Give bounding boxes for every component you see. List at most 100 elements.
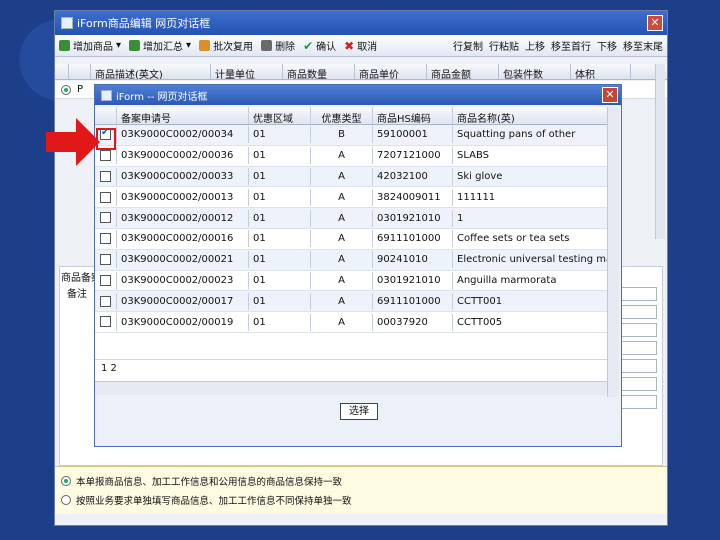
pager[interactable]: 1 2 bbox=[95, 359, 607, 381]
grid-header-cell[interactable]: 体积 bbox=[571, 64, 631, 79]
sync-option-radio[interactable] bbox=[61, 494, 71, 505]
type-cell: A bbox=[311, 167, 373, 185]
product-name-cell: Anguilla marmorata bbox=[457, 274, 557, 286]
product-name-cell: Squatting pans of other bbox=[457, 129, 576, 141]
record-no-cell: 03K9000C0002/00016 bbox=[117, 230, 249, 248]
header-area[interactable]: 优惠区域 bbox=[249, 107, 311, 124]
field-input[interactable] bbox=[621, 287, 657, 301]
record-no-cell: 03K9000C0002/00023 bbox=[117, 271, 249, 289]
move-to-bottom-button[interactable]: 移至末尾 bbox=[623, 38, 663, 53]
header-type[interactable]: 优惠类型 bbox=[311, 107, 373, 124]
checkmark-icon: ✔ bbox=[303, 38, 314, 53]
product-name-cell: CCTT001 bbox=[457, 295, 503, 307]
row-checkbox-cell[interactable] bbox=[95, 250, 117, 269]
sync-option-radio[interactable] bbox=[61, 475, 71, 486]
field-input[interactable] bbox=[621, 341, 657, 355]
highlight-box bbox=[96, 128, 116, 150]
row-checkbox-cell[interactable] bbox=[95, 209, 117, 227]
add-summary-icon bbox=[129, 40, 141, 51]
record-select-dialog: iForm -- 网页对话框 ✕ 备案申请号 优惠区域 优惠类型 商品HS编码 … bbox=[94, 84, 622, 447]
record-row[interactable]: 03K9000C0002/00012 01 A 0301921010 1 bbox=[95, 208, 607, 229]
grid-header-cell[interactable]: 商品数量 bbox=[283, 64, 355, 79]
row-checkbox[interactable] bbox=[100, 170, 111, 182]
record-row[interactable]: 03K9000C0002/00023 01 A 0301921010 Anguilla … bbox=[95, 271, 607, 292]
row-checkbox-cell[interactable] bbox=[95, 167, 117, 186]
field-input[interactable] bbox=[621, 395, 657, 409]
copy-button[interactable]: 批次复用 bbox=[199, 38, 253, 53]
add-item-button[interactable]: 增加商品 ▾ bbox=[59, 38, 121, 53]
product-grid-header: 商品描述(英文) 计量单位 商品数量 商品单价 商品金额 包装件数 体积 bbox=[55, 64, 667, 80]
add-summary-button[interactable]: 增加汇总 ▾ bbox=[129, 38, 191, 53]
row-checkbox[interactable] bbox=[100, 149, 111, 161]
row-checkbox[interactable] bbox=[100, 295, 111, 307]
move-to-top-button[interactable]: 移至首行 bbox=[551, 38, 591, 53]
product-name-cell: Ski glove bbox=[457, 170, 503, 182]
confirm-button[interactable]: ✔ 确认 bbox=[303, 38, 336, 54]
dialog-close-button[interactable]: ✕ bbox=[602, 87, 618, 103]
row-checkbox-cell[interactable] bbox=[95, 292, 117, 311]
row-checkbox[interactable] bbox=[100, 253, 111, 265]
record-row[interactable]: 03K9000C0002/00036 01 A 7207121000 SLABS bbox=[95, 146, 607, 167]
dialog-app-icon bbox=[101, 89, 112, 101]
record-row[interactable]: 03K9000C0002/00017 01 A 6911101000 CCTT001 bbox=[95, 291, 607, 313]
row-checkbox-cell[interactable] bbox=[95, 230, 117, 248]
row-paste-button[interactable]: 行粘贴 bbox=[489, 38, 519, 53]
move-up-button[interactable]: 上移 bbox=[525, 38, 545, 53]
hs-code-cell: 6911101000 bbox=[373, 230, 453, 248]
type-cell: A bbox=[311, 209, 373, 227]
row-checkbox-cell[interactable] bbox=[95, 313, 117, 331]
dialog-scrollbar[interactable] bbox=[607, 107, 619, 397]
record-row[interactable]: 03K9000C0002/00016 01 A 6911101000 Coffee se… bbox=[95, 229, 607, 250]
row-checkbox[interactable] bbox=[100, 212, 111, 224]
row-checkbox-cell[interactable] bbox=[95, 188, 117, 207]
record-row[interactable]: 03K9000C0002/0003401B59100001 Squatting p… bbox=[95, 125, 607, 146]
grid-scrollbar[interactable] bbox=[655, 64, 665, 239]
cancel-button[interactable]: ✖ 取消 bbox=[344, 38, 377, 54]
grid-header-cell[interactable]: 包装件数 bbox=[499, 64, 571, 79]
field-input[interactable] bbox=[621, 305, 657, 319]
product-name-cell: Coffee sets or tea sets bbox=[457, 233, 570, 245]
header-hs-code[interactable]: 商品HS编码 bbox=[373, 107, 453, 124]
grid-header-cell[interactable]: 计量单位 bbox=[211, 64, 283, 79]
highlight-arrow-icon bbox=[46, 118, 100, 166]
record-row[interactable]: 03K9000C0002/00013 01 A 3824009011 111111 bbox=[95, 187, 607, 209]
grid-header-cell[interactable]: 商品金额 bbox=[427, 64, 499, 79]
window-close-button[interactable]: ✕ bbox=[647, 15, 663, 31]
header-record-no[interactable]: 备案申请号 bbox=[117, 107, 249, 124]
row-checkbox[interactable] bbox=[100, 316, 111, 328]
sync-options: 本单报商品信息、加工工作信息和公用信息的商品信息保持一致 按照业务要求单独填写商… bbox=[55, 466, 667, 514]
grid-header-cell[interactable]: 商品描述(英文) bbox=[91, 64, 211, 79]
field-input[interactable] bbox=[621, 359, 657, 373]
sync-option[interactable]: 按照业务要求单独填写商品信息、加工工作信息不同保持单独一致 bbox=[61, 490, 661, 509]
row-copy-button[interactable]: 行复制 bbox=[453, 38, 483, 53]
delete-button[interactable]: 删除 bbox=[261, 38, 295, 53]
add-item-icon bbox=[59, 40, 70, 51]
header-product-name[interactable]: 商品名称(英) bbox=[453, 107, 607, 124]
type-cell: A bbox=[311, 313, 373, 331]
record-no-cell: 03K9000C0002/00012 bbox=[117, 209, 249, 227]
field-input[interactable] bbox=[621, 323, 657, 337]
row-checkbox[interactable] bbox=[100, 191, 111, 203]
type-cell: A bbox=[311, 147, 373, 165]
product-name-cell: 1 bbox=[457, 212, 464, 224]
area-cell: 01 bbox=[249, 230, 311, 248]
sync-option[interactable]: 本单报商品信息、加工工作信息和公用信息的商品信息保持一致 bbox=[61, 471, 661, 490]
record-row[interactable]: 03K9000C0002/00021 01 A 90241010 Electronic … bbox=[95, 249, 607, 271]
move-down-button[interactable]: 下移 bbox=[597, 38, 617, 53]
cross-icon: ✖ bbox=[344, 38, 355, 53]
row-checkbox[interactable] bbox=[100, 233, 111, 245]
row-checkbox-cell[interactable] bbox=[95, 271, 117, 290]
select-button[interactable]: 选择 bbox=[340, 403, 378, 420]
dialog-hscrollbar[interactable] bbox=[95, 381, 607, 395]
window-app-icon bbox=[61, 17, 73, 29]
dialog-title: iForm -- 网页对话框 bbox=[116, 91, 208, 103]
type-cell: A bbox=[311, 251, 373, 269]
grid-header-cell[interactable]: 商品单价 bbox=[355, 64, 427, 79]
field-select[interactable] bbox=[621, 377, 657, 391]
record-row[interactable]: 03K9000C0002/00033 01 A 42032100 Ski glove bbox=[95, 166, 607, 188]
row-select-radio[interactable] bbox=[61, 84, 71, 95]
row-checkbox[interactable] bbox=[100, 274, 111, 286]
record-row[interactable]: 03K9000C0002/00019 01 A 00037920 CCTT005 bbox=[95, 312, 607, 333]
grid-header-cell bbox=[69, 64, 91, 79]
record-no-cell: 03K9000C0002/00019 bbox=[117, 313, 249, 331]
